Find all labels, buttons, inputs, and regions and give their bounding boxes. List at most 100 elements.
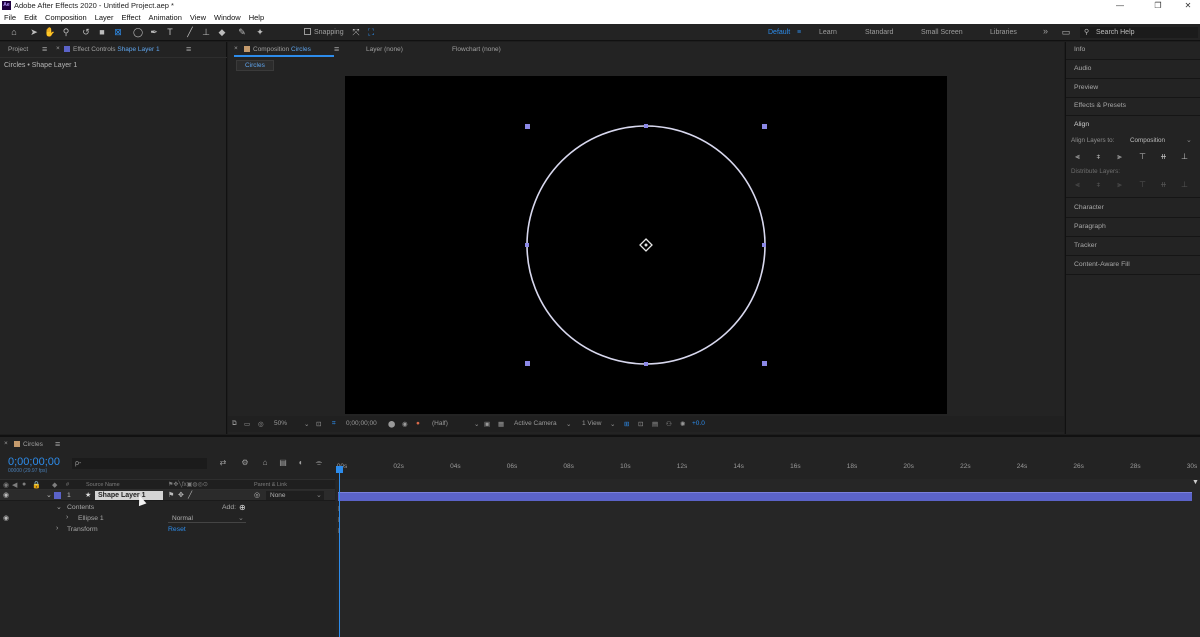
bounding-handle-tr[interactable]	[762, 124, 767, 129]
timeline-menu-icon[interactable]: ≡	[55, 439, 60, 449]
panel-content-aware-fill[interactable]: Content-Aware Fill	[1074, 261, 1130, 268]
menu-help[interactable]: Help	[249, 13, 264, 22]
visibility-eye-icon[interactable]: ◉	[3, 491, 9, 499]
hand-tool-icon[interactable]: ✋	[44, 26, 56, 38]
visibility-eye-icon[interactable]: ◉	[3, 514, 9, 522]
ellipse-tool-icon[interactable]: ◯	[132, 26, 144, 38]
view-layout-select[interactable]: 1 View	[582, 420, 601, 427]
shy-switch-icon[interactable]: ⚑	[168, 491, 174, 499]
graph-editor-icon[interactable]: ⌯	[314, 458, 324, 468]
align-right-icon[interactable]: ⫸	[1115, 152, 1124, 161]
panel-align-title[interactable]: Align	[1074, 121, 1089, 128]
ellipse-row[interactable]: ◉ › Ellipse 1 Normal ⌄	[0, 513, 335, 524]
bounding-handle-bl[interactable]	[525, 361, 530, 366]
snap-target-icon[interactable]: ⛶	[365, 26, 377, 38]
selection-tool-icon[interactable]: ➤	[28, 26, 40, 38]
align-left-icon[interactable]: ⫷	[1073, 152, 1082, 161]
camera-tool-icon[interactable]: ■	[96, 26, 108, 38]
bounding-handle-tl[interactable]	[525, 124, 530, 129]
add-circle-icon[interactable]: ⊕	[239, 503, 246, 512]
ellipse-chevron-right-icon[interactable]: ›	[66, 514, 68, 521]
tab-composition[interactable]: Composition Circles	[244, 46, 311, 53]
transform-row[interactable]: › Transform Reset	[0, 524, 335, 535]
motion-blur-icon[interactable]: ◐	[296, 458, 306, 468]
pen-tool-icon[interactable]: ✒	[148, 26, 160, 38]
tab-project[interactable]: Project	[8, 46, 28, 53]
tab-effect-controls[interactable]: Effect Controls Shape Layer 1	[64, 46, 160, 53]
align-top-icon[interactable]: ⊤	[1138, 152, 1147, 161]
layer-duration-bar[interactable]	[338, 492, 1192, 501]
comp-mini-flowchart-icon[interactable]: ⇄	[218, 458, 228, 468]
path-vertex-left[interactable]	[525, 243, 529, 247]
bounding-handle-br[interactable]	[762, 361, 767, 366]
quality-switch-icon[interactable]: ╱	[188, 491, 192, 499]
path-vertex-bottom[interactable]	[644, 362, 648, 366]
layer-name-field[interactable]: Shape Layer 1	[95, 491, 163, 500]
hide-shy-layers-icon[interactable]: ⌂	[260, 458, 270, 468]
panel-tracker[interactable]: Tracker	[1074, 242, 1097, 249]
parent-link-header[interactable]: Parent & Link	[254, 482, 287, 488]
composition-menu-icon[interactable]: ≡	[334, 44, 339, 54]
panel-audio[interactable]: Audio	[1074, 65, 1091, 72]
region-of-interest-icon[interactable]: ▣	[484, 420, 490, 428]
anchor-point-icon[interactable]	[639, 238, 653, 252]
timeline-toggle-icon[interactable]: ▤	[652, 420, 658, 428]
resolution-select[interactable]: (Half)	[432, 420, 448, 427]
work-area-end-icon[interactable]: ▼	[1192, 479, 1199, 486]
panel-layout-icon[interactable]: ▭	[1060, 26, 1072, 38]
monitor-icon[interactable]: ▭	[244, 420, 250, 428]
panel-effects-presets[interactable]: Effects & Presets	[1074, 102, 1126, 109]
expand-chevron-down-icon[interactable]: ⌄	[46, 491, 52, 499]
effect-controls-menu-icon[interactable]: ≡	[186, 44, 191, 54]
menu-file[interactable]: File	[4, 13, 16, 22]
menu-layer[interactable]: Layer	[95, 13, 114, 22]
type-tool-icon[interactable]: T	[164, 26, 176, 38]
channel-icon[interactable]: ●	[416, 420, 420, 427]
safe-margins-icon[interactable]: ⊡	[316, 420, 321, 428]
tab-flowchart[interactable]: Flowchart (none)	[452, 46, 501, 53]
tab-timeline-circles[interactable]: Circles	[14, 441, 43, 448]
menu-effect[interactable]: Effect	[121, 13, 140, 22]
source-name-header[interactable]: Source Name	[86, 482, 120, 488]
workspace-default[interactable]: Default	[768, 29, 790, 36]
roto-brush-icon[interactable]: ✎	[236, 26, 248, 38]
pick-whip-icon[interactable]: ◎	[254, 491, 260, 499]
rotate-tool-icon[interactable]: ↺	[80, 26, 92, 38]
menu-edit[interactable]: Edit	[24, 13, 37, 22]
project-menu-icon[interactable]: ≡	[42, 44, 47, 54]
mask-visibility-icon[interactable]: ⌗	[332, 420, 336, 428]
brush-tool-icon[interactable]: ╱	[184, 26, 196, 38]
panel-paragraph[interactable]: Paragraph	[1074, 223, 1106, 230]
snapping-toggle[interactable]: Snapping	[304, 28, 344, 36]
transparency-grid-icon[interactable]: ▦	[498, 420, 504, 428]
table-row[interactable]: ◉ ⌄ 1 ★ Shape Layer 1 ⚑ ✥ ╱ ◎ None ⌄	[0, 490, 335, 501]
timeline-tracks[interactable]: I I I	[336, 479, 1200, 637]
align-bottom-icon[interactable]: ⊥	[1180, 152, 1189, 161]
path-vertex-right[interactable]	[762, 243, 766, 247]
panel-info[interactable]: Info	[1074, 46, 1085, 53]
align-horizontal-center-icon[interactable]: ⧧	[1094, 152, 1103, 161]
clone-stamp-icon[interactable]: ⊥	[200, 26, 212, 38]
workspace-learn[interactable]: Learn	[819, 29, 837, 36]
home-icon[interactable]: ⌂	[8, 26, 20, 38]
timeline-search-field[interactable]: ρ-	[72, 458, 207, 469]
minimize-button[interactable]: —	[1110, 0, 1130, 11]
pixel-aspect-icon[interactable]: ⊞	[624, 420, 629, 428]
timeline-timecode[interactable]: 0;00;00;00	[8, 456, 60, 468]
current-time-display[interactable]: 0;00;00;00	[346, 420, 377, 427]
search-help-field[interactable]: ⚲ Search Help	[1080, 27, 1198, 38]
workspace-menu-icon[interactable]: ≡	[797, 29, 801, 36]
tab-layer[interactable]: Layer (none)	[366, 46, 403, 53]
close-tab-icon[interactable]: ×	[56, 45, 60, 52]
composition-viewer[interactable]	[345, 76, 947, 414]
vr-icon[interactable]: ◎	[258, 420, 264, 428]
frame-blending-icon[interactable]: ▤	[278, 458, 288, 468]
close-button[interactable]: ✕	[1178, 0, 1198, 11]
comp-breadcrumb[interactable]: Circles	[236, 60, 274, 71]
always-preview-icon[interactable]: ⧉	[232, 420, 237, 428]
contents-chevron-down-icon[interactable]: ⌄	[56, 503, 62, 511]
puppet-pin-icon[interactable]: ✦	[254, 26, 266, 38]
snap-options-icon[interactable]: ⤧	[350, 26, 362, 38]
menu-animation[interactable]: Animation	[149, 13, 182, 22]
camera-view-select[interactable]: Active Camera	[514, 420, 557, 427]
